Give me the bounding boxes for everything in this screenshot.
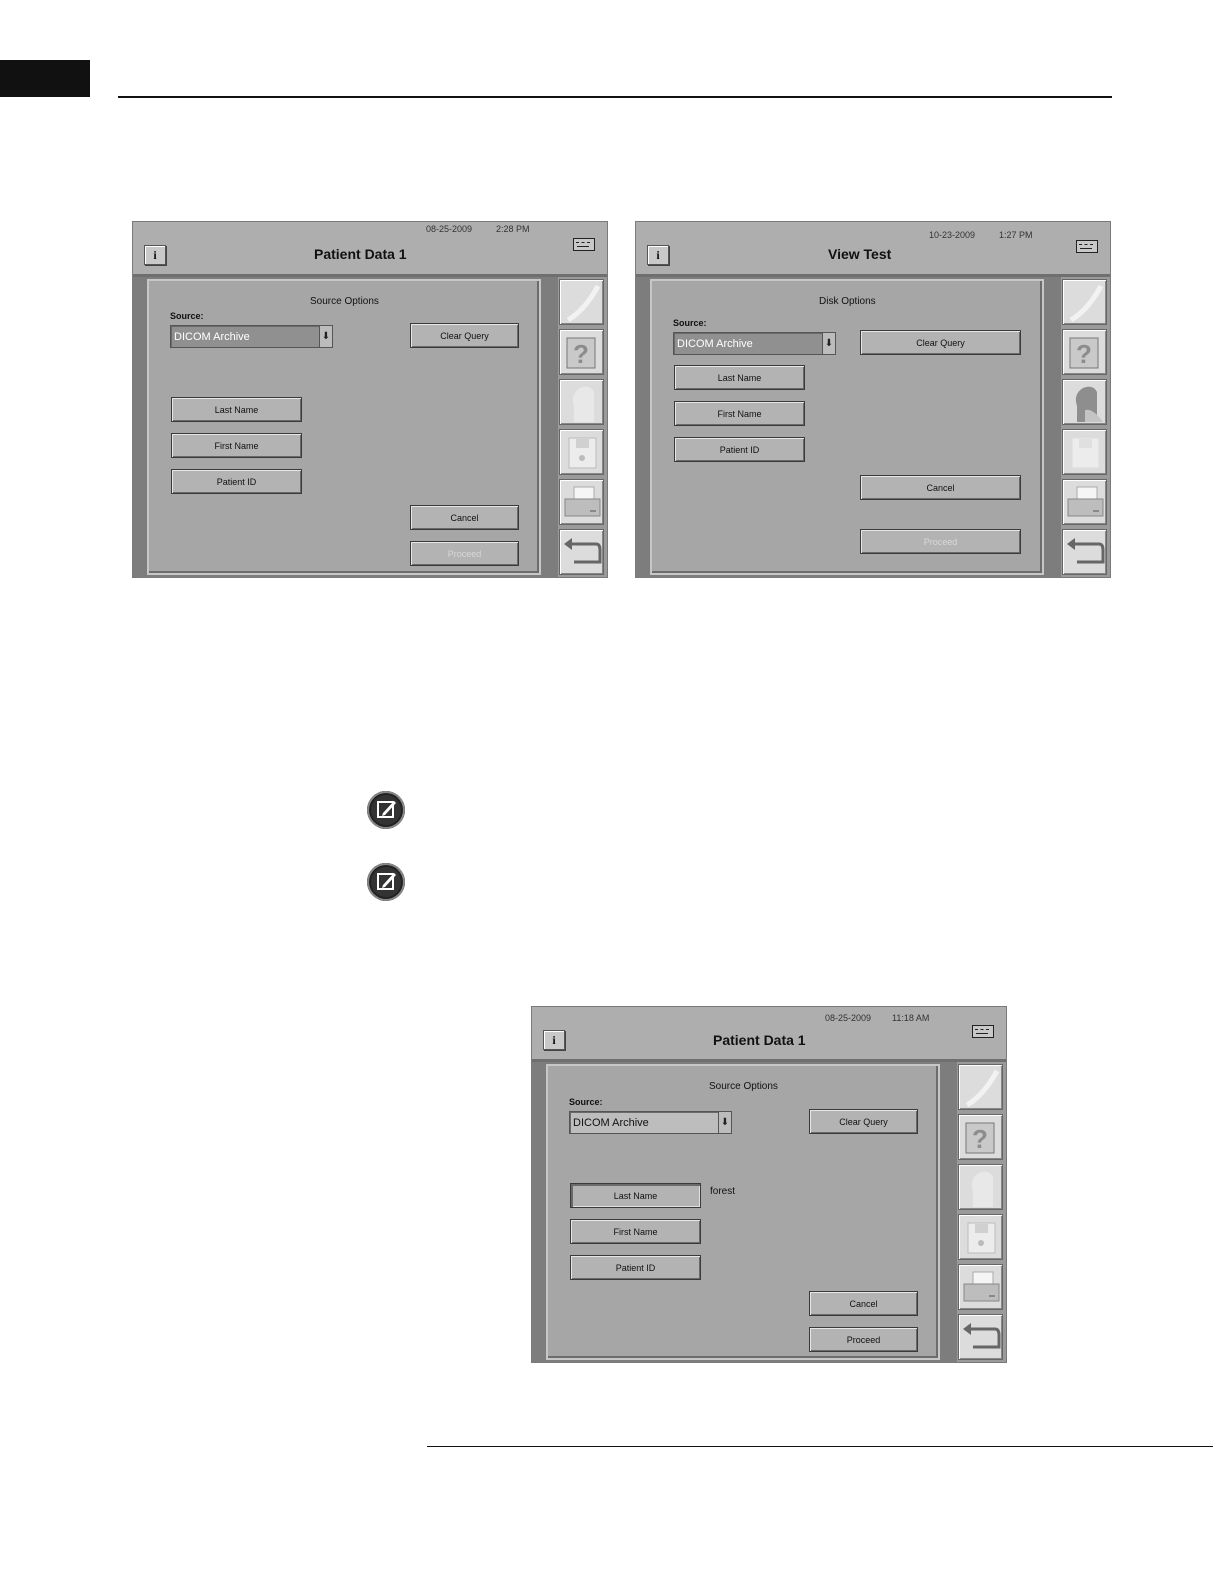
cancel-button[interactable]: Cancel: [860, 475, 1021, 500]
floppy-disk-icon[interactable]: [559, 429, 604, 475]
proceed-button[interactable]: Proceed: [860, 529, 1021, 554]
source-value: DICOM Archive: [174, 331, 250, 343]
screen-body: Source Options Source: DICOM Archive ⬇ C…: [532, 1062, 957, 1362]
blank-icon[interactable]: [1062, 279, 1107, 325]
cancel-button[interactable]: Cancel: [410, 505, 519, 530]
dropdown-arrow-icon[interactable]: ⬇: [319, 326, 332, 347]
last-name-button[interactable]: Last Name: [171, 397, 302, 422]
return-arrow-icon[interactable]: [1062, 529, 1107, 575]
note-pencil-icon: [367, 863, 405, 901]
date-display: 10-23-2009: [929, 230, 976, 240]
first-name-button[interactable]: First Name: [570, 1219, 701, 1244]
info-button[interactable]: i: [543, 1030, 565, 1050]
time-display: 2:28 PM: [496, 224, 530, 234]
printer-icon[interactable]: [559, 479, 604, 525]
source-dropdown[interactable]: DICOM Archive ⬇: [170, 325, 333, 348]
screen-title: Patient Data 1: [713, 1032, 806, 1048]
screen-view-test: 10-23-2009 1:27 PM i View Test Disk Opti…: [635, 221, 1111, 578]
info-button[interactable]: i: [647, 245, 669, 265]
screen-patient-data-1-filled: 08-25-2009 11:18 AM i Patient Data 1 Sou…: [531, 1006, 1007, 1363]
time-display: 1:27 PM: [999, 230, 1033, 240]
header-rule: [118, 96, 1112, 98]
panel-title: Disk Options: [819, 296, 876, 307]
blank-icon[interactable]: [559, 279, 604, 325]
help-glyph: ?: [972, 1124, 988, 1154]
source-value: DICOM Archive: [677, 338, 753, 350]
help-glyph: ?: [1076, 339, 1092, 369]
options-panel: Source Options Source: DICOM Archive ⬇ C…: [546, 1064, 940, 1360]
page-tab-marker: [0, 60, 90, 97]
time-display: 11:18 AM: [892, 1013, 930, 1023]
floppy-disk-icon[interactable]: [1062, 429, 1107, 475]
keyboard-icon[interactable]: [972, 1025, 994, 1038]
options-panel: Source Options Source: DICOM Archive ⬇ C…: [147, 279, 541, 575]
cancel-button[interactable]: Cancel: [809, 1291, 918, 1316]
patient-id-button[interactable]: Patient ID: [674, 437, 805, 462]
patient-head-icon[interactable]: [958, 1164, 1003, 1210]
screen-body: Disk Options Source: DICOM Archive ⬇ Cle…: [636, 277, 1061, 577]
clear-query-button[interactable]: Clear Query: [860, 330, 1021, 355]
return-arrow-icon[interactable]: [559, 529, 604, 575]
screen-body: Source Options Source: DICOM Archive ⬇ C…: [133, 277, 558, 577]
patient-id-button[interactable]: Patient ID: [171, 469, 302, 494]
proceed-button[interactable]: Proceed: [410, 541, 519, 566]
clear-query-button[interactable]: Clear Query: [809, 1109, 918, 1134]
side-toolbar: ?: [1061, 277, 1110, 577]
help-icon[interactable]: ?: [1062, 329, 1107, 375]
help-icon[interactable]: ?: [559, 329, 604, 375]
note-pencil-icon: [367, 791, 405, 829]
patient-head-icon[interactable]: [559, 379, 604, 425]
source-label: Source:: [673, 318, 707, 328]
screen-header: 08-25-2009 2:28 PM i Patient Data 1: [133, 222, 607, 277]
source-label: Source:: [569, 1097, 603, 1107]
source-dropdown[interactable]: DICOM Archive ⬇: [569, 1111, 732, 1134]
date-display: 08-25-2009: [426, 224, 473, 234]
help-icon[interactable]: ?: [958, 1114, 1003, 1160]
screen-title: View Test: [828, 246, 892, 262]
last-name-value: forest: [710, 1186, 736, 1197]
help-glyph: ?: [573, 339, 589, 369]
keyboard-icon[interactable]: [1076, 240, 1098, 253]
proceed-button[interactable]: Proceed: [809, 1327, 918, 1352]
screen-header: 10-23-2009 1:27 PM i View Test: [636, 222, 1110, 277]
keyboard-icon[interactable]: [573, 238, 595, 251]
options-panel: Disk Options Source: DICOM Archive ⬇ Cle…: [650, 279, 1044, 575]
blank-icon[interactable]: [958, 1064, 1003, 1110]
printer-icon[interactable]: [1062, 479, 1107, 525]
info-button[interactable]: i: [144, 245, 166, 265]
floppy-disk-icon[interactable]: [958, 1214, 1003, 1260]
side-toolbar: ?: [558, 277, 607, 577]
screen-title: Patient Data 1: [314, 246, 407, 262]
patient-id-button[interactable]: Patient ID: [570, 1255, 701, 1280]
last-name-button[interactable]: Last Name: [570, 1183, 701, 1208]
dropdown-arrow-icon[interactable]: ⬇: [718, 1112, 731, 1133]
first-name-button[interactable]: First Name: [171, 433, 302, 458]
screen-patient-data-1: 08-25-2009 2:28 PM i Patient Data 1 Sour…: [132, 221, 608, 578]
source-label: Source:: [170, 311, 204, 321]
panel-title: Source Options: [310, 296, 379, 307]
footer-rule: [427, 1446, 1213, 1447]
side-toolbar: ?: [957, 1062, 1006, 1362]
panel-title: Source Options: [709, 1081, 778, 1092]
return-arrow-icon[interactable]: [958, 1314, 1003, 1360]
source-value: DICOM Archive: [573, 1117, 649, 1129]
patient-head-icon[interactable]: [1062, 379, 1107, 425]
source-dropdown[interactable]: DICOM Archive ⬇: [673, 332, 836, 355]
screen-header: 08-25-2009 11:18 AM i Patient Data 1: [532, 1007, 1006, 1062]
dropdown-arrow-icon[interactable]: ⬇: [822, 333, 835, 354]
clear-query-button[interactable]: Clear Query: [410, 323, 519, 348]
date-display: 08-25-2009: [825, 1013, 872, 1023]
printer-icon[interactable]: [958, 1264, 1003, 1310]
first-name-button[interactable]: First Name: [674, 401, 805, 426]
last-name-button[interactable]: Last Name: [674, 365, 805, 390]
